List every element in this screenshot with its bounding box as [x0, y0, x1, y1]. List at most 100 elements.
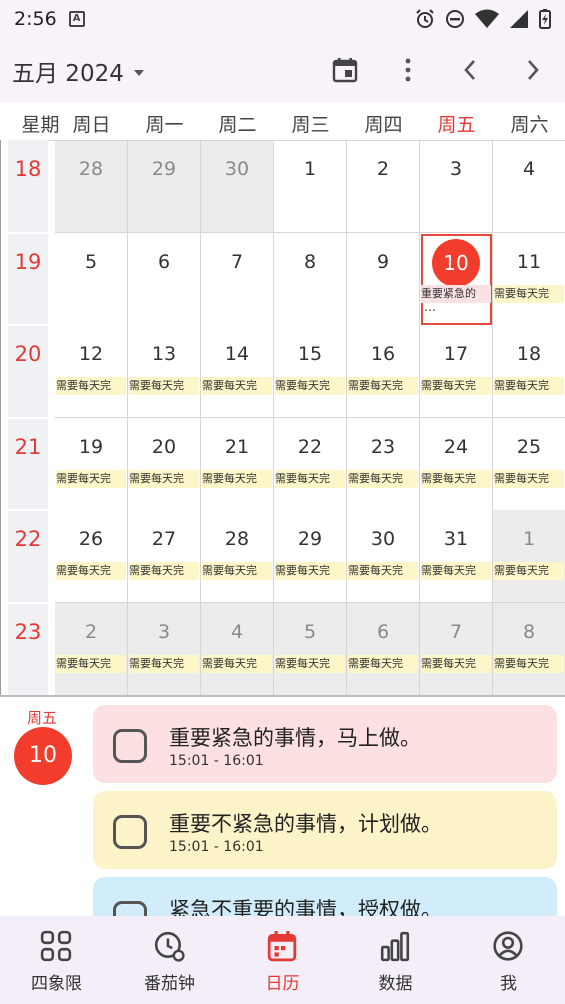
day-cell[interactable]: 21 需要每天完	[201, 417, 274, 511]
day-cell[interactable]: 30 需要每天完	[347, 510, 420, 604]
event-more: …	[424, 299, 436, 314]
prev-month-button[interactable]	[452, 52, 488, 88]
day-number: 7	[230, 250, 244, 273]
task-card[interactable]: 紧急不重要的事情，授权做。	[93, 877, 557, 917]
day-cell[interactable]: 9	[347, 232, 420, 326]
day-cell[interactable]: 6	[128, 232, 201, 326]
day-cell[interactable]: 1	[274, 140, 347, 233]
nav-item-profile[interactable]: 我	[452, 916, 565, 1004]
week-separator	[8, 231, 48, 234]
nav-item-calendar[interactable]: 日历	[226, 916, 339, 1004]
event-tag: 需要每天完	[56, 377, 126, 396]
event-tag: 需要每天完	[348, 469, 418, 488]
day-cell[interactable]: 28	[55, 140, 128, 233]
task-checkbox[interactable]	[113, 815, 147, 849]
day-cell[interactable]: 8	[274, 232, 347, 326]
day-cell[interactable]: 1 需要每天完	[493, 510, 565, 604]
weekday-label: 周六	[510, 114, 549, 136]
agenda-date-badge: 10	[14, 727, 72, 785]
app-root: 2:56 A 五月 2024 星期 周日 周一 周二 周三 周四 周五 周六 1…	[0, 0, 565, 1004]
nav-item-grid[interactable]: 四象限	[0, 916, 113, 1004]
day-cell[interactable]: 3	[420, 140, 493, 233]
day-cell[interactable]: 14 需要每天完	[201, 325, 274, 419]
weekday-label: 周一	[145, 114, 184, 136]
event-tag: 需要每天完	[421, 469, 491, 488]
day-cell[interactable]: 29	[128, 140, 201, 233]
day-cell[interactable]: 25 需要每天完	[493, 417, 565, 511]
day-cell[interactable]: 4 需要每天完	[201, 603, 274, 696]
day-cell[interactable]: 27 需要每天完	[128, 510, 201, 604]
event-tag: 需要每天完	[275, 562, 345, 581]
bar-chart-icon	[380, 931, 410, 962]
day-cell[interactable]: 30	[201, 140, 274, 233]
day-cell[interactable]: 10 重要紧急的…	[420, 232, 493, 326]
event-tag: 需要每天完	[56, 655, 126, 673]
day-number: 30	[224, 158, 250, 180]
event-tag: 需要每天完	[56, 469, 126, 488]
day-cell[interactable]: 7 需要每天完	[420, 603, 493, 696]
day-cell[interactable]: 11 需要每天完	[493, 232, 565, 326]
day-cell[interactable]: 2	[347, 140, 420, 233]
event-tag: 需要每天完	[275, 655, 345, 673]
weekday-header: 星期 周日 周一 周二 周三 周四 周五 周六	[0, 102, 565, 140]
day-cell[interactable]: 31 需要每天完	[420, 510, 493, 604]
nav-label: 番茄钟	[144, 974, 195, 994]
day-cell[interactable]: 7	[201, 232, 274, 326]
day-cell[interactable]: 6 需要每天完	[347, 603, 420, 696]
weekday-label: 周五	[437, 114, 476, 136]
wifi-icon	[475, 9, 499, 28]
event-tag: 需要每天完	[421, 655, 491, 673]
day-cell[interactable]: 4	[493, 140, 565, 233]
nav-item-bar-chart[interactable]: 数据	[339, 916, 452, 1004]
event-tag: 需要每天完	[348, 655, 418, 673]
day-number: 17	[443, 343, 469, 366]
day-cell[interactable]: 26 需要每天完	[55, 510, 128, 604]
event-tag: 需要每天完	[348, 562, 418, 581]
day-number: 2	[376, 158, 390, 180]
day-cell[interactable]: 29 需要每天完	[274, 510, 347, 604]
task-card[interactable]: 重要紧急的事情，马上做。 15:01 - 16:01	[93, 705, 557, 783]
bottom-navigation: 四象限 番茄钟 日历 数据 我	[0, 916, 565, 1004]
week-separator	[8, 509, 48, 512]
nav-item-clock[interactable]: 番茄钟	[113, 916, 226, 1004]
day-agenda: 周五 10 重要紧急的事情，马上做。 15:01 - 16:01 重要不紧急的事情，…	[0, 697, 565, 917]
day-cell[interactable]: 19 需要每天完	[55, 417, 128, 511]
task-checkbox[interactable]	[113, 729, 147, 763]
day-cell[interactable]: 18 需要每天完	[493, 325, 565, 419]
day-cell[interactable]: 5	[55, 232, 128, 326]
day-number: 21	[224, 435, 250, 458]
day-cell[interactable]: 28 需要每天完	[201, 510, 274, 604]
task-checkbox[interactable]	[113, 901, 147, 917]
day-cell[interactable]: 20 需要每天完	[128, 417, 201, 511]
day-cell[interactable]: 23 需要每天完	[347, 417, 420, 511]
day-cell[interactable]: 17 需要每天完	[420, 325, 493, 419]
day-cell[interactable]: 22 需要每天完	[274, 417, 347, 511]
more-menu-button[interactable]	[390, 52, 426, 88]
day-number: 1	[522, 528, 536, 551]
day-cell[interactable]: 3 需要每天完	[128, 603, 201, 696]
day-cell[interactable]: 13 需要每天完	[128, 325, 201, 419]
day-cell[interactable]: 12 需要每天完	[55, 325, 128, 419]
status-icons	[415, 9, 551, 29]
day-number: 13	[151, 343, 177, 366]
today-button[interactable]	[327, 52, 363, 88]
day-cell[interactable]: 24 需要每天完	[420, 417, 493, 511]
day-cell[interactable]: 15 需要每天完	[274, 325, 347, 419]
day-cell[interactable]: 8 需要每天完	[493, 603, 565, 696]
chevron-right-icon	[528, 60, 539, 80]
day-number: 28	[224, 528, 250, 551]
day-number: 8	[303, 250, 317, 273]
day-cell[interactable]: 16 需要每天完	[347, 325, 420, 419]
day-cell[interactable]: 2 需要每天完	[55, 603, 128, 696]
event-tag: 需要每天完	[56, 562, 126, 581]
day-number: 30	[370, 528, 396, 551]
next-month-button[interactable]	[515, 52, 551, 88]
month-selector[interactable]: 五月 2024	[12, 54, 144, 88]
event-tag: 需要每天完	[129, 655, 199, 673]
task-card[interactable]: 重要不紧急的事情，计划做。 15:01 - 16:01	[93, 791, 557, 869]
week-number: 21	[14, 434, 42, 459]
day-cell[interactable]: 5 需要每天完	[274, 603, 347, 696]
day-number: 15	[297, 343, 323, 366]
alarm-icon	[416, 9, 434, 28]
day-number: 26	[78, 528, 104, 551]
